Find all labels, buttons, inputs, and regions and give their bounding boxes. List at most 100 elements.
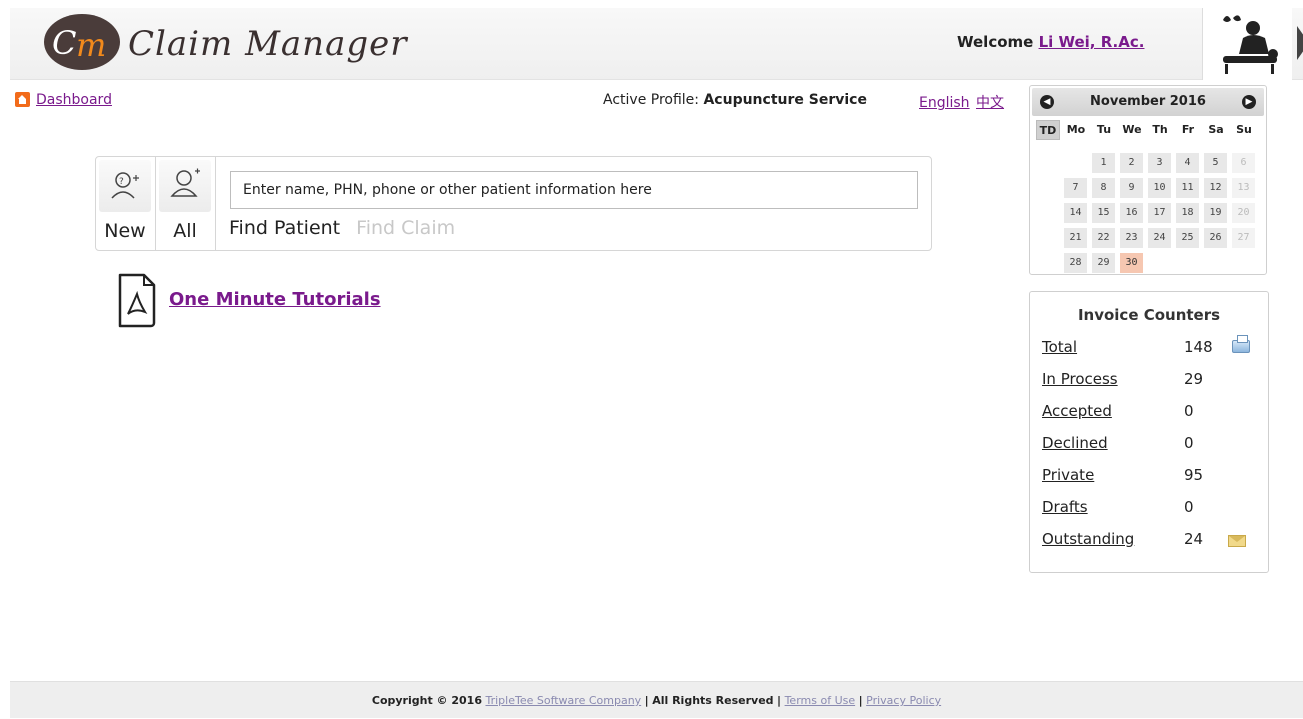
calendar-day[interactable]: 15 — [1092, 203, 1115, 223]
calendar-day[interactable]: 17 — [1148, 203, 1171, 223]
mail-icon[interactable] — [1228, 535, 1246, 547]
footer-separator: | — [777, 694, 782, 707]
calendar-weekday: Su — [1236, 123, 1252, 136]
footer-company-link[interactable]: TripleTee Software Company — [485, 694, 641, 707]
print-icon[interactable] — [1232, 335, 1250, 353]
calendar-day[interactable]: 6 — [1232, 153, 1255, 173]
all-label: All — [173, 220, 197, 242]
calendar-today-button[interactable]: TD — [1036, 120, 1060, 140]
calendar-day[interactable]: 23 — [1120, 228, 1143, 248]
counter-row: Total 148 — [1042, 335, 1262, 360]
calendar-weekday: Mo — [1066, 123, 1086, 136]
counter-link[interactable]: Drafts — [1042, 498, 1088, 516]
calendar-day[interactable]: 10 — [1148, 178, 1171, 198]
calendar-day[interactable]: 8 — [1092, 178, 1115, 198]
counter-link[interactable]: Total — [1042, 338, 1077, 356]
calendar-weekday: Tu — [1096, 123, 1112, 136]
search-mode-tabs: Find Patient Find Claim — [229, 217, 455, 239]
calendar-day[interactable]: 28 — [1064, 253, 1087, 273]
calendar-weekday: Sa — [1208, 123, 1224, 136]
calendar-day[interactable]: 30 — [1120, 253, 1143, 273]
new-patient-button[interactable]: ? New — [96, 157, 156, 250]
counter-row: In Process 29 — [1042, 370, 1262, 392]
one-minute-tutorials-link[interactable]: One Minute Tutorials — [169, 289, 381, 310]
calendar-day[interactable]: 20 — [1232, 203, 1255, 223]
massage-therapy-icon — [1223, 15, 1278, 74]
counter-value: 148 — [1184, 338, 1213, 356]
counter-link[interactable]: In Process — [1042, 370, 1118, 388]
calendar-day[interactable]: 21 — [1064, 228, 1087, 248]
footer-rights: All Rights Reserved — [652, 694, 774, 707]
calendar-day[interactable]: 26 — [1204, 228, 1227, 248]
patient-search-input[interactable] — [230, 171, 918, 209]
tab-find-claim[interactable]: Find Claim — [356, 217, 455, 239]
calendar-day[interactable]: 27 — [1232, 228, 1255, 248]
svg-text:m: m — [76, 26, 106, 64]
counter-link[interactable]: Outstanding — [1042, 530, 1134, 548]
calendar-day[interactable]: 22 — [1092, 228, 1115, 248]
logo[interactable]: C m Claim Manager — [42, 12, 406, 72]
pdf-icon — [118, 273, 156, 328]
calendar-day[interactable]: 25 — [1176, 228, 1199, 248]
calendar-header: ◀ November 2016 ▶ — [1032, 88, 1264, 116]
calendar-day[interactable]: 18 — [1176, 203, 1199, 223]
home-icon — [15, 92, 30, 107]
counter-value: 0 — [1184, 402, 1194, 420]
footer-privacy-link[interactable]: Privacy Policy — [866, 694, 941, 707]
counter-row: Accepted 0 — [1042, 402, 1262, 424]
tab-find-patient[interactable]: Find Patient — [229, 217, 340, 239]
active-profile-label: Active Profile: — [603, 92, 700, 108]
counter-value: 0 — [1184, 434, 1194, 452]
calendar-day[interactable]: 7 — [1064, 178, 1087, 198]
calendar-day[interactable]: 1 — [1092, 153, 1115, 173]
counter-row: Private 95 — [1042, 466, 1262, 488]
counter-row: Declined 0 — [1042, 434, 1262, 456]
new-patient-tile: ? — [99, 160, 151, 212]
welcome-prefix: Welcome — [957, 33, 1034, 51]
counter-value: 0 — [1184, 498, 1194, 516]
calendar-day[interactable]: 13 — [1232, 178, 1255, 198]
calendar-day[interactable]: 5 — [1204, 153, 1227, 173]
welcome-text: Welcome Li Wei, R.Ac. — [957, 33, 1144, 51]
all-patients-icon — [170, 168, 200, 197]
svg-text:?: ? — [119, 177, 124, 187]
invoice-counters-panel: Invoice Counters Total 148 In Process 29 Acc… — [1029, 291, 1269, 573]
counter-link[interactable]: Accepted — [1042, 402, 1112, 420]
calendar-day[interactable]: 24 — [1148, 228, 1171, 248]
logo-text: Claim Manager — [128, 24, 408, 64]
calendar-day[interactable]: 4 — [1176, 153, 1199, 173]
all-patients-button[interactable]: All — [156, 157, 216, 250]
cm-logo-icon: C m — [44, 14, 120, 70]
footer-copyright: Copyright © 2016 — [371, 694, 482, 707]
footer: Copyright © 2016 TripleTee Software Comp… — [10, 681, 1303, 718]
counter-row: Drafts 0 — [1042, 498, 1262, 520]
profile-avatar[interactable] — [1202, 8, 1292, 80]
calendar-widget: ◀ November 2016 ▶ TD Mo Tu We Th Fr Sa Su 1234… — [1029, 85, 1267, 275]
calendar-next-icon[interactable]: ▶ — [1242, 95, 1256, 109]
calendar-day[interactable]: 12 — [1204, 178, 1227, 198]
invoice-counters-title: Invoice Counters — [1077, 306, 1221, 324]
calendar-day[interactable]: 29 — [1092, 253, 1115, 273]
calendar-day[interactable]: 16 — [1120, 203, 1143, 223]
calendar-day[interactable]: 14 — [1064, 203, 1087, 223]
breadcrumb: Dashboard — [15, 92, 112, 108]
counter-link[interactable]: Private — [1042, 466, 1094, 484]
header-expand-arrow-icon[interactable] — [1297, 26, 1303, 60]
calendar-day[interactable]: 3 — [1148, 153, 1171, 173]
lang-english-link[interactable]: English — [919, 95, 970, 111]
counter-row: Outstanding 24 — [1042, 530, 1262, 552]
calendar-weekday: Th — [1152, 123, 1168, 136]
footer-separator: | — [644, 694, 649, 707]
user-name-link[interactable]: Li Wei, R.Ac. — [1039, 33, 1145, 51]
lang-chinese-link[interactable]: 中文 — [976, 95, 1004, 111]
counter-value: 29 — [1184, 370, 1204, 388]
active-profile-value: Acupuncture Service — [703, 92, 867, 108]
calendar-day[interactable]: 19 — [1204, 203, 1227, 223]
counter-link[interactable]: Declined — [1042, 434, 1108, 452]
calendar-day[interactable]: 11 — [1176, 178, 1199, 198]
calendar-weekday: We — [1122, 123, 1142, 136]
calendar-day[interactable]: 9 — [1120, 178, 1143, 198]
footer-terms-link[interactable]: Terms of Use — [785, 694, 856, 707]
calendar-day[interactable]: 2 — [1120, 153, 1143, 173]
dashboard-link[interactable]: Dashboard — [36, 92, 112, 108]
